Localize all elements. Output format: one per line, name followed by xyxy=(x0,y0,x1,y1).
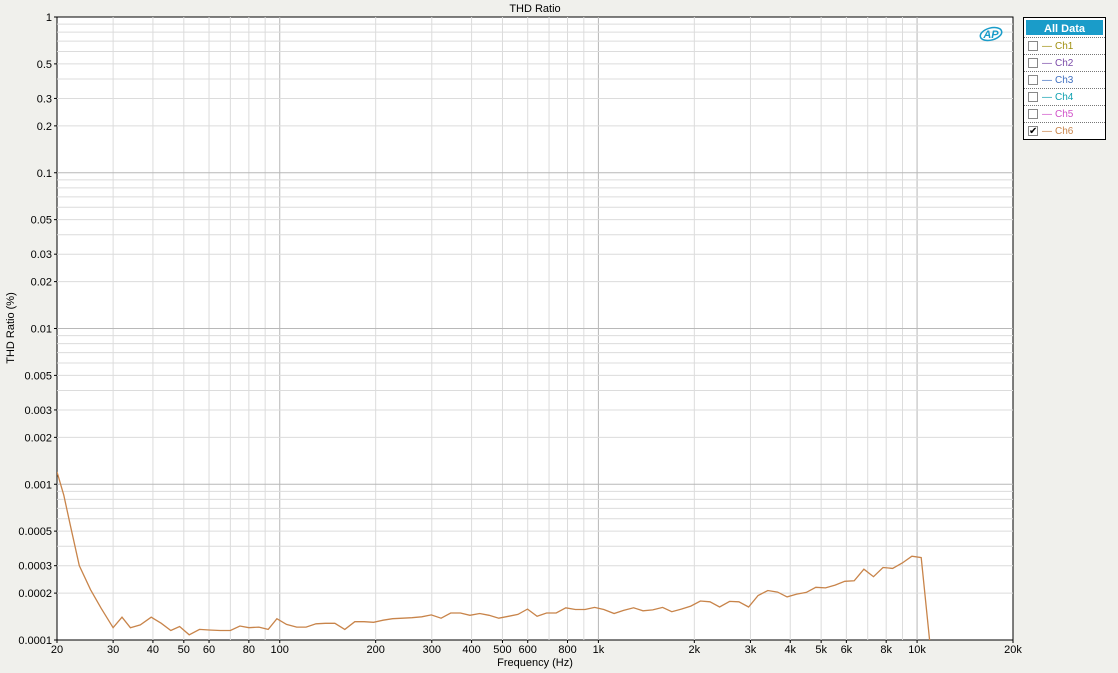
x-tick-label: 3k xyxy=(745,644,757,656)
legend-item-ch3[interactable]: — Ch3 xyxy=(1024,71,1105,88)
y-tick-label: 0.0002 xyxy=(18,588,52,600)
x-tick-label: 10k xyxy=(908,644,926,656)
legend-swatch: — xyxy=(1042,57,1052,69)
y-tick-label: 0.01 xyxy=(31,324,52,336)
y-tick-label: 0.03 xyxy=(31,249,52,261)
x-tick-label: 60 xyxy=(203,644,215,656)
legend-header-all-data[interactable]: All Data xyxy=(1024,18,1105,37)
x-tick-label: 400 xyxy=(462,644,480,656)
ap-logo-text: AP xyxy=(982,29,999,41)
legend-item-ch4[interactable]: — Ch4 xyxy=(1024,88,1105,105)
legend-panel: All Data — Ch1— Ch2— Ch3— Ch4— Ch5 ✔ — Ch6 xyxy=(1023,17,1106,140)
y-tick-label: 0.002 xyxy=(24,432,52,444)
x-tick-label: 100 xyxy=(271,644,289,656)
x-tick-label: 30 xyxy=(107,644,119,656)
legend-swatch: — xyxy=(1042,108,1052,120)
x-tick-label: 50 xyxy=(178,644,190,656)
x-tick-label: 500 xyxy=(493,644,511,656)
legend-checkbox[interactable] xyxy=(1028,92,1038,102)
x-tick-label: 2k xyxy=(689,644,701,656)
legend-label: Ch1 xyxy=(1055,40,1074,52)
y-tick-label: 0.0003 xyxy=(18,561,52,573)
y-tick-label: 0.1 xyxy=(37,168,52,180)
x-tick-label: 4k xyxy=(784,644,796,656)
legend-item-ch6[interactable]: ✔ — Ch6 xyxy=(1024,122,1105,139)
legend-label: Ch5 xyxy=(1055,108,1074,120)
legend-item-ch1[interactable]: — Ch1 xyxy=(1024,37,1105,54)
thd-ratio-chart: THD Ratio 20 30 40 50 60 80 100 200 300 400 500 600… xyxy=(5,3,1022,669)
y-tick-label: 0.2 xyxy=(37,121,52,133)
y-tick-label: 0.05 xyxy=(31,215,52,227)
y-tick-label: 1 xyxy=(46,12,52,24)
legend-checkbox[interactable]: ✔ xyxy=(1028,126,1038,137)
x-axis-label: Frequency (Hz) xyxy=(497,657,573,669)
x-tick-label: 80 xyxy=(243,644,255,656)
legend-swatch: — xyxy=(1042,74,1052,86)
chart-title: THD Ratio xyxy=(509,3,560,15)
x-tick-label: 20k xyxy=(1004,644,1022,656)
legend-swatch: — xyxy=(1042,40,1052,52)
y-tick-label: 0.5 xyxy=(37,59,52,71)
legend-checkbox[interactable] xyxy=(1028,58,1038,68)
x-tick-label: 40 xyxy=(147,644,159,656)
x-tick-label: 6k xyxy=(841,644,853,656)
y-tick-label: 0.0001 xyxy=(18,635,52,647)
legend-item-ch2[interactable]: — Ch2 xyxy=(1024,54,1105,71)
y-tick-label: 0.02 xyxy=(31,277,52,289)
y-tick-label: 0.3 xyxy=(37,93,52,105)
y-tick-label: 0.005 xyxy=(24,370,52,382)
legend-label: Ch6 xyxy=(1055,125,1074,137)
x-tick-label: 600 xyxy=(519,644,537,656)
legend-checkbox[interactable] xyxy=(1028,109,1038,119)
x-tick-label: 800 xyxy=(558,644,576,656)
x-tick-label: 300 xyxy=(423,644,441,656)
x-tick-label: 20 xyxy=(51,644,63,656)
legend-list: — Ch1— Ch2— Ch3— Ch4— Ch5 ✔ — Ch6 xyxy=(1024,37,1105,139)
y-tick-label: 0.0005 xyxy=(18,526,52,538)
legend-label: Ch2 xyxy=(1055,57,1074,69)
legend-item-ch5[interactable]: — Ch5 xyxy=(1024,105,1105,122)
y-axis-label: THD Ratio (%) xyxy=(5,292,17,364)
legend-swatch: — xyxy=(1042,125,1052,137)
legend-label: Ch4 xyxy=(1055,91,1074,103)
x-tick-label: 8k xyxy=(880,644,892,656)
legend-swatch: — xyxy=(1042,91,1052,103)
x-tick-label: 5k xyxy=(815,644,827,656)
x-tick-label: 1k xyxy=(593,644,605,656)
legend-checkbox[interactable] xyxy=(1028,41,1038,51)
legend-label: Ch3 xyxy=(1055,74,1074,86)
y-tick-label: 0.003 xyxy=(24,405,52,417)
legend-checkbox[interactable] xyxy=(1028,75,1038,85)
y-tick-label: 0.001 xyxy=(24,479,52,491)
x-tick-label: 200 xyxy=(366,644,384,656)
